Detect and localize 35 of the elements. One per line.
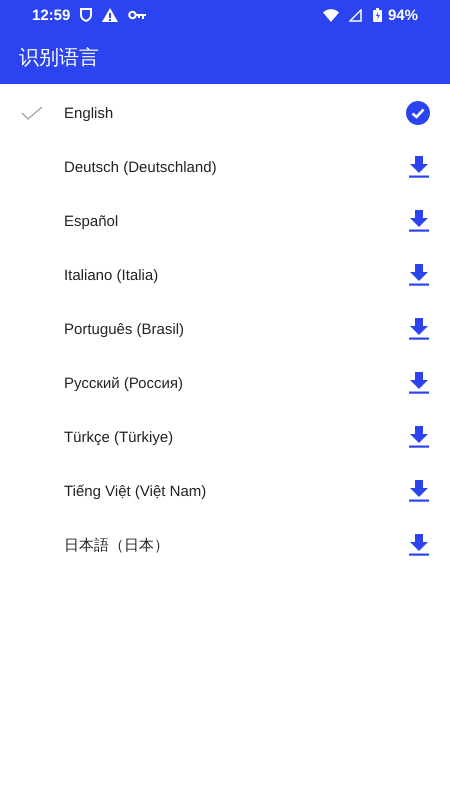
language-name: 日本語（日本） <box>64 536 170 554</box>
language-name: Português (Brasil) <box>64 320 186 338</box>
wifi-icon <box>322 8 339 22</box>
language-item[interactable]: Português (Brasil) <box>0 302 450 356</box>
language-name: Русский (Россия) <box>64 374 184 392</box>
status-time: 12:59 <box>32 6 70 24</box>
language-item[interactable]: Español <box>0 194 450 248</box>
language-item[interactable]: Türkçe (Türkiye) <box>0 410 450 464</box>
download-icon[interactable] <box>408 426 430 448</box>
battery-level: 94% <box>388 6 418 24</box>
language-name: Türkçe (Türkiye) <box>64 428 174 446</box>
app-title: 识别语言 <box>19 44 99 70</box>
download-icon[interactable] <box>408 318 430 340</box>
language-name: Tiếng Việt (Việt Nam) <box>64 482 208 500</box>
language-name: Italiano (Italia) <box>64 266 160 284</box>
language-name: Deutsch (Deutschland) <box>64 158 218 176</box>
language-item[interactable]: 日本語（日本） <box>0 518 450 572</box>
language-name: Español <box>64 212 120 230</box>
download-icon[interactable] <box>408 156 430 178</box>
signal-icon <box>348 8 363 22</box>
language-item[interactable]: Deutsch (Deutschland) <box>0 140 450 194</box>
language-item[interactable]: English <box>0 86 450 140</box>
battery-icon <box>372 8 382 22</box>
warning-icon <box>102 8 118 22</box>
download-icon[interactable] <box>408 372 430 394</box>
language-name: English <box>64 104 114 122</box>
language-item[interactable]: Русский (Россия) <box>0 356 450 410</box>
language-item[interactable]: Tiếng Việt (Việt Nam) <box>0 464 450 518</box>
download-icon[interactable] <box>408 534 430 556</box>
language-item[interactable]: Italiano (Italia) <box>0 248 450 302</box>
key-icon <box>128 10 146 20</box>
download-icon[interactable] <box>408 480 430 502</box>
download-icon[interactable] <box>408 210 430 232</box>
download-icon[interactable] <box>408 264 430 286</box>
shield-icon <box>80 8 92 22</box>
